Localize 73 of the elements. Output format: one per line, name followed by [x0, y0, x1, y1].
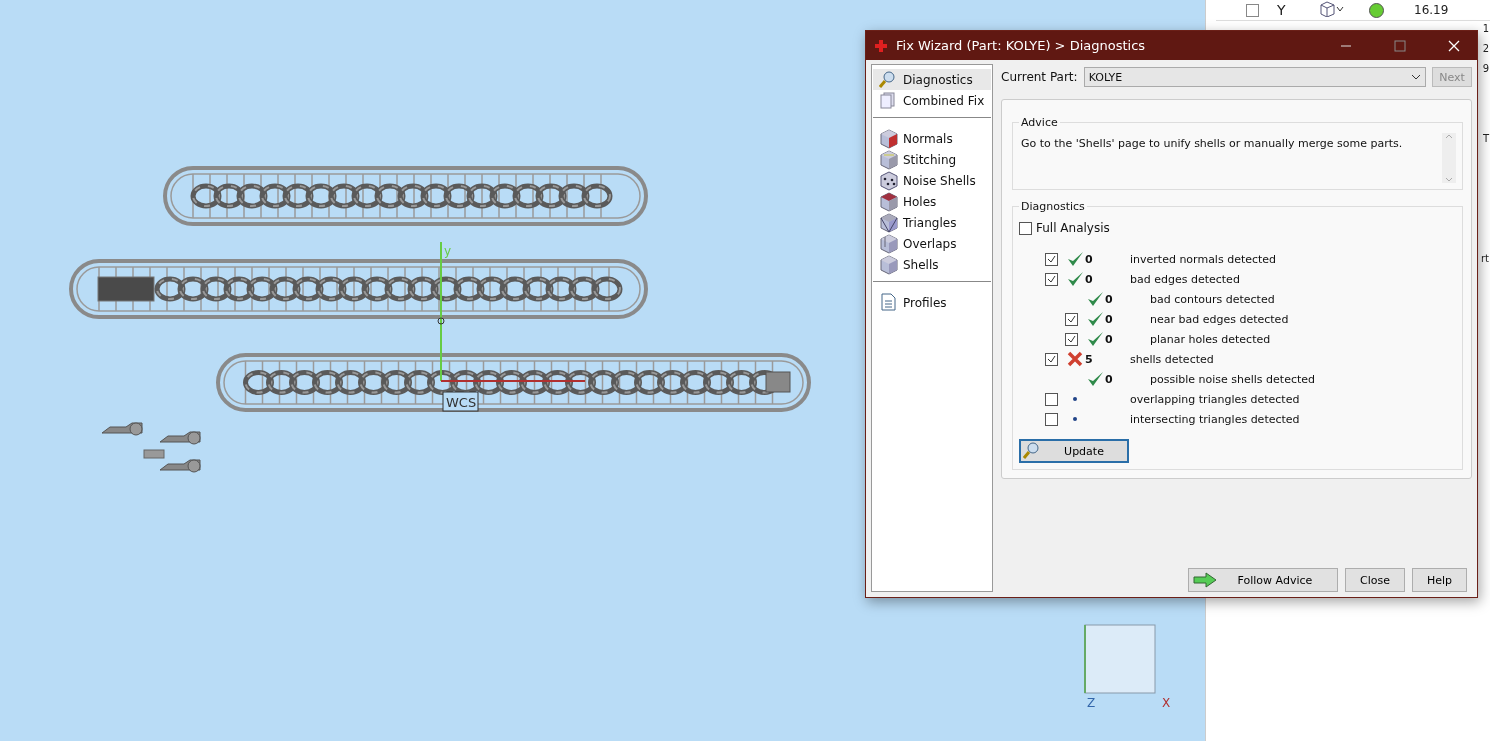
checkbox[interactable]	[1045, 352, 1058, 366]
close-icon[interactable]	[1447, 38, 1461, 53]
arrow-right-icon	[1192, 572, 1217, 588]
check-label: near bad edges detected	[1150, 312, 1289, 326]
check-label: shells detected	[1130, 352, 1214, 366]
axis-label: X	[1162, 696, 1171, 710]
checkbox[interactable]	[1019, 221, 1032, 235]
nav-item[interactable]: Shells	[873, 254, 991, 275]
section-title: Diagnostics	[1020, 200, 1086, 213]
window-title: Fix Wizard (Part: KOLYE) > Diagnostics	[896, 38, 1147, 53]
count-text: 0	[1085, 272, 1094, 286]
cell-text: 2	[1482, 43, 1489, 55]
count-text: 5	[1085, 352, 1094, 366]
nav-item[interactable]: Normals	[873, 128, 991, 149]
cell-text: 1	[1482, 23, 1489, 35]
checkbox[interactable]	[1045, 412, 1058, 426]
field-label: Current Part:	[1001, 70, 1078, 84]
nav-item[interactable]: Noise Shells	[873, 170, 991, 191]
axis-dropdown[interactable]: Y	[1277, 2, 1317, 18]
nav-item[interactable]: Holes	[873, 191, 991, 212]
cell-text: rt	[1480, 253, 1489, 265]
chevron-down-icon	[1411, 74, 1421, 80]
dialog-button[interactable]: Help	[1411, 568, 1467, 592]
check-label: overlapping triangles detected	[1130, 392, 1300, 406]
cube-icon	[879, 149, 899, 170]
checkbox[interactable]	[1045, 392, 1058, 406]
axis-label: y	[444, 244, 452, 258]
dialog-button[interactable]: Close	[1344, 568, 1405, 592]
nav-item[interactable]: Diagnostics	[873, 69, 991, 90]
cross-logo-icon	[874, 38, 888, 53]
count-text: 0	[1105, 312, 1114, 326]
checkbox[interactable]	[1246, 3, 1259, 17]
check-label: inverted normals detected	[1130, 252, 1277, 266]
count-text: 0	[1105, 292, 1114, 306]
update-button[interactable]: Update	[1019, 439, 1129, 463]
value-text: 16.19	[1414, 3, 1449, 17]
cube-icon	[879, 233, 899, 254]
nav-item[interactable]: Triangles	[873, 212, 991, 233]
cell-text: 9	[1482, 63, 1489, 75]
checkbox[interactable]	[1065, 332, 1078, 346]
viewcube-drawing	[1084, 624, 1156, 694]
axis-label: Z	[1087, 696, 1096, 710]
check-label: intersecting triangles detected	[1130, 412, 1300, 426]
checkbox[interactable]	[1045, 252, 1058, 266]
count-text: 0	[1105, 372, 1114, 386]
wcs-label: WCS	[442, 391, 479, 412]
nav-item[interactable]: Profiles	[873, 292, 991, 313]
dice-icon	[879, 170, 899, 191]
cube-icon	[879, 254, 899, 275]
cube-icon	[879, 191, 899, 212]
check-label: bad edges detected	[1130, 272, 1240, 286]
clasp-drawing	[765, 371, 791, 393]
dot-icon	[1072, 416, 1078, 422]
nav-item[interactable]: Stitching	[873, 149, 991, 170]
cube-icon	[879, 212, 899, 233]
cell-text: T	[1482, 133, 1489, 145]
checkbox[interactable]	[1065, 312, 1078, 326]
dot-icon	[1072, 396, 1078, 402]
count-text: 0	[1085, 252, 1094, 266]
count-text: 0	[1105, 332, 1114, 346]
check-label: possible noise shells detected	[1150, 372, 1316, 386]
check-label: planar holes detected	[1150, 332, 1271, 346]
nav-item[interactable]: Combined Fix	[873, 90, 991, 111]
checkbox[interactable]	[1045, 272, 1058, 286]
cube-icon	[879, 128, 899, 149]
advice-text: Go to the 'Shells' page to unify shells or manually merge some parts.	[1021, 137, 1403, 152]
checkbox-label: Full Analysis	[1036, 221, 1110, 235]
nav-item[interactable]: Overlaps	[873, 233, 991, 254]
check-label: bad contours detected	[1150, 292, 1275, 306]
document-icon	[879, 292, 899, 313]
dialog-button[interactable]: Follow Advice	[1187, 568, 1338, 592]
section-title: Advice	[1020, 116, 1059, 129]
part-dropdown[interactable]: KOLYE	[1083, 67, 1426, 87]
